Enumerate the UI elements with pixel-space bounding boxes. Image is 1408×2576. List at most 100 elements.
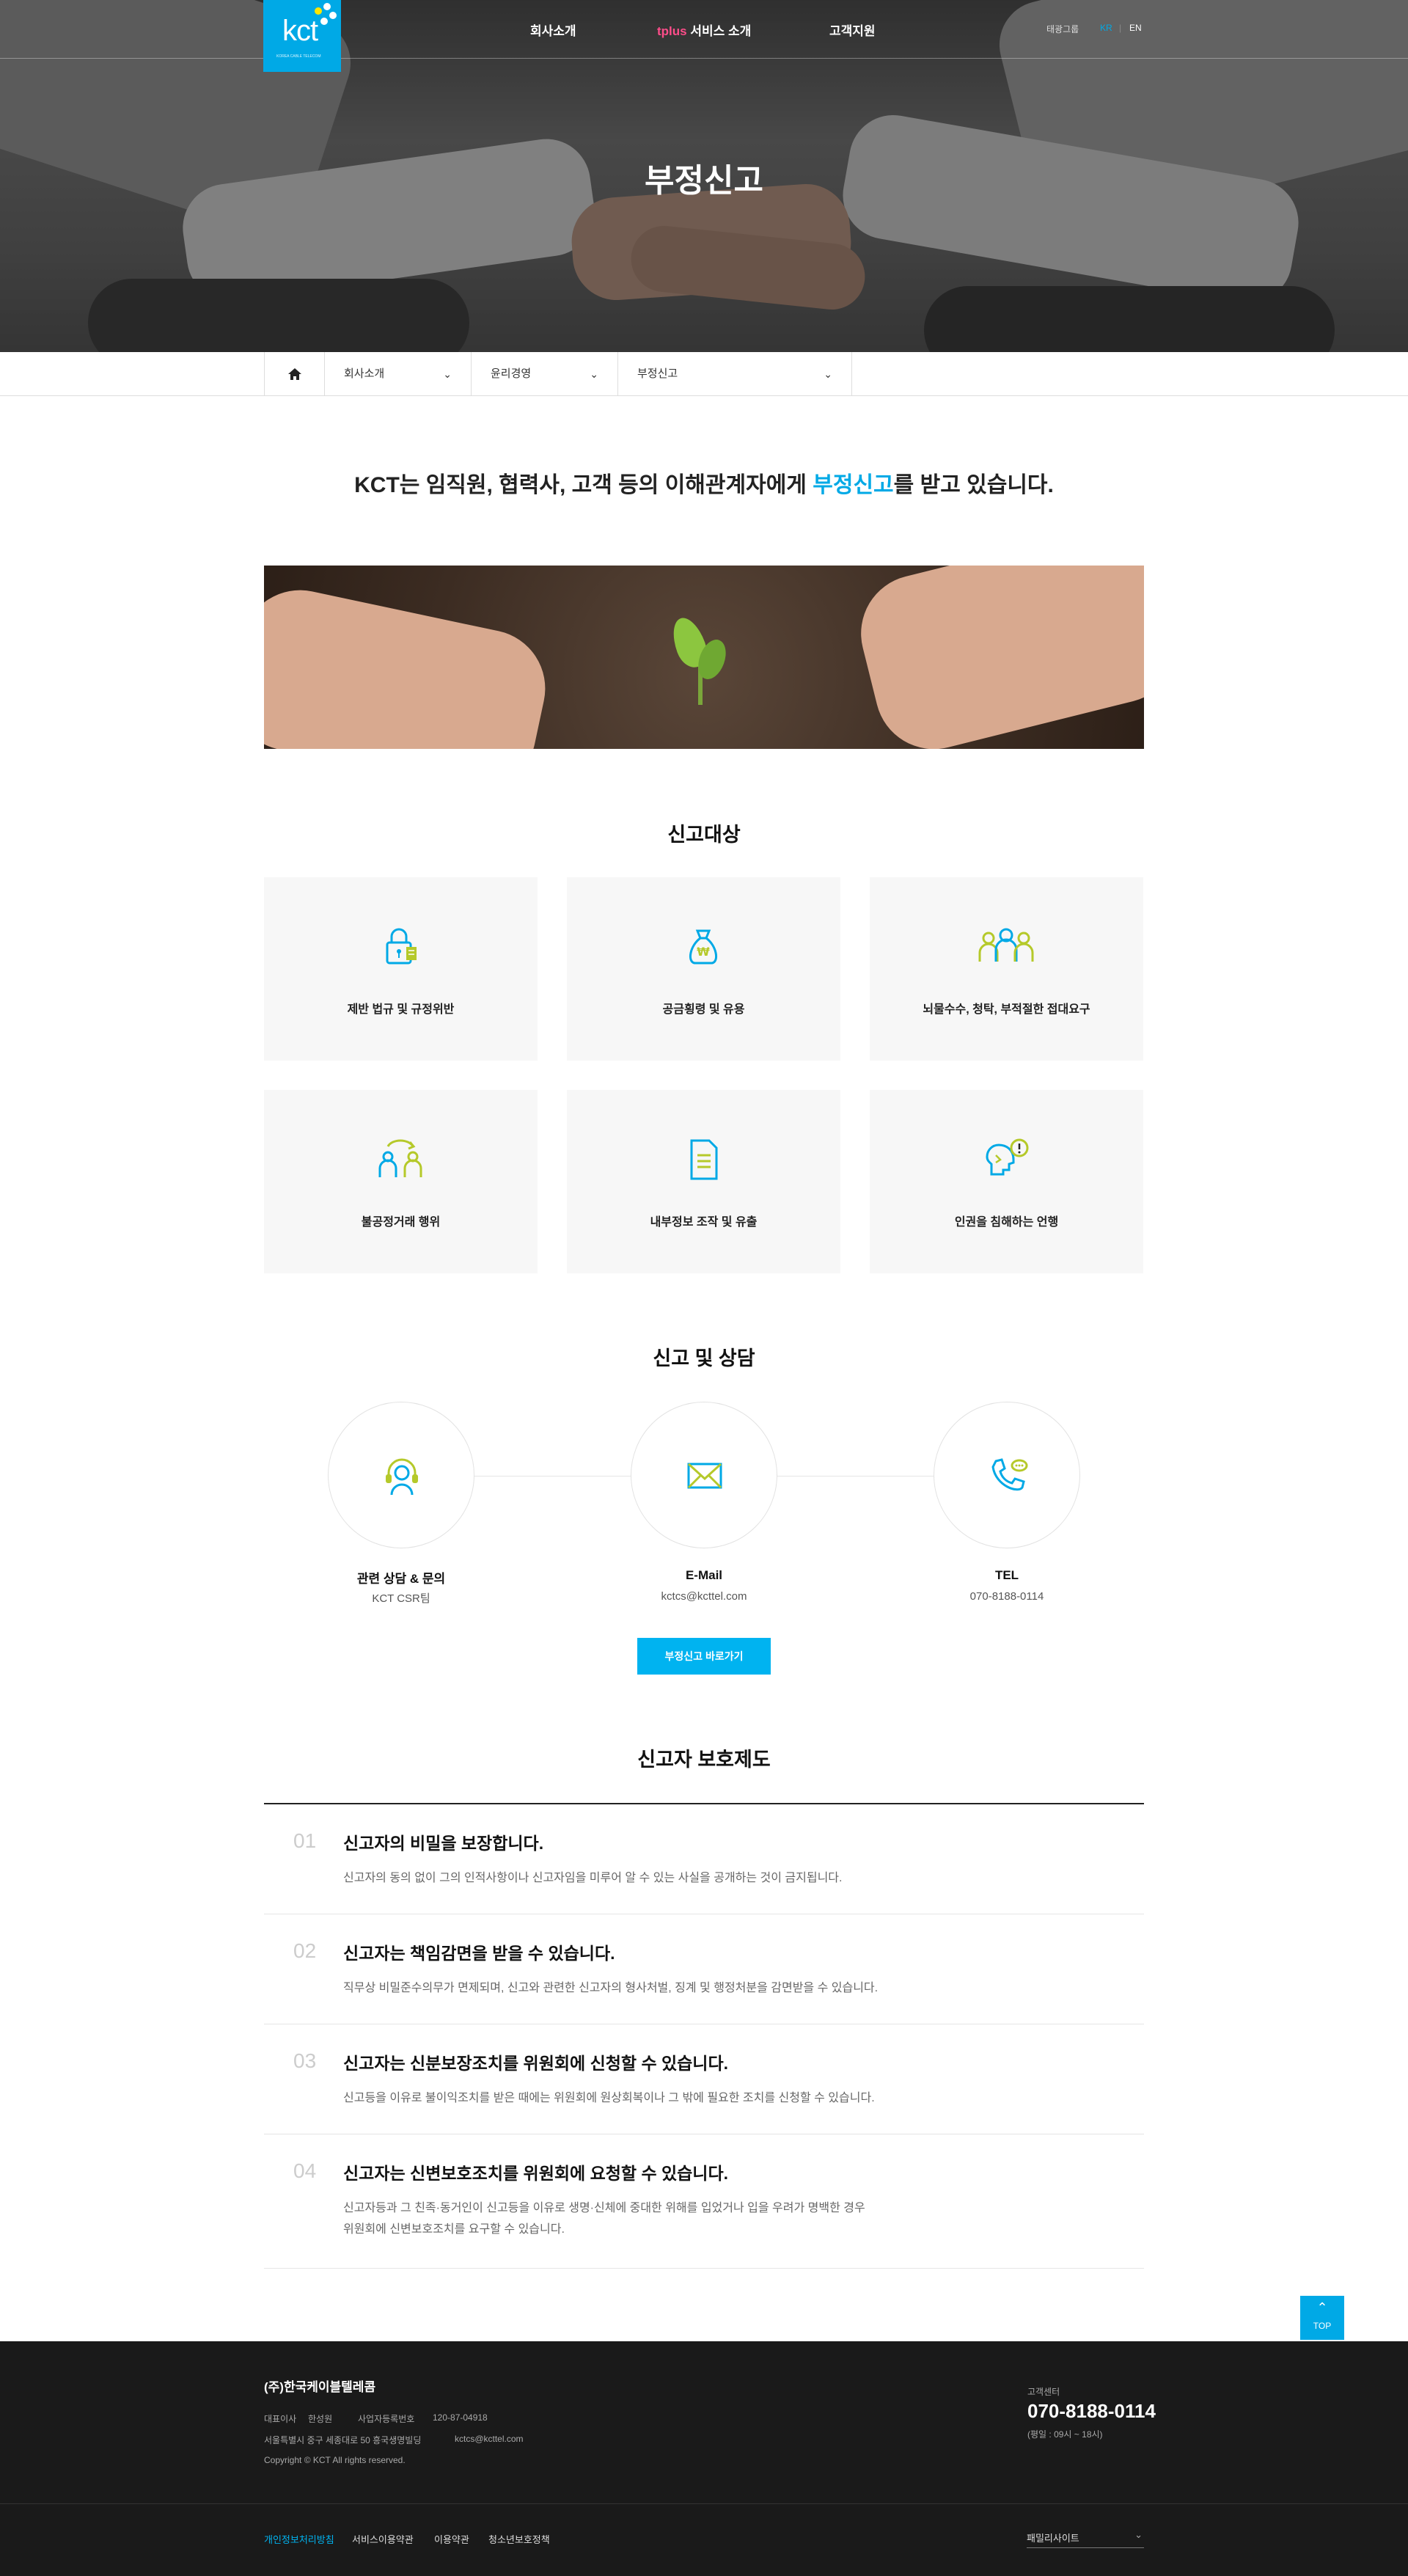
item-heading: 신고자의 비밀을 보장합니다. <box>343 1834 544 1853</box>
target-card: 내부정보 조작 및 유출 <box>567 1090 840 1273</box>
nav-company[interactable]: 회사소개 <box>530 21 576 39</box>
document-icon <box>690 1139 718 1180</box>
target-card: 뇌물수수, 청탁, 부적절한 접대요구 <box>870 877 1143 1061</box>
logo-dot <box>329 12 337 19</box>
home-icon <box>288 368 301 380</box>
contact-circle-tel <box>934 1402 1080 1548</box>
item-heading: 신고자는 신변보호조치를 위원회에 요청할 수 있습니다. <box>343 2164 729 2183</box>
footer-link-privacy[interactable]: 개인정보처리방침 <box>264 2532 334 2546</box>
connector-line <box>777 1476 934 1477</box>
nav-service[interactable]: tplus 서비스 소개 <box>657 21 751 39</box>
nav-support[interactable]: 고객지원 <box>829 21 876 39</box>
mail-icon <box>687 1463 722 1489</box>
footer-bizno-label: 사업자등록번호 <box>358 2414 415 2424</box>
footer-address: 서울특별시 중구 세종대로 50 흥국생명빌딩 <box>264 2435 422 2445</box>
headset-icon <box>386 1458 418 1496</box>
report-button[interactable]: 부정신고 바로가기 <box>637 1638 771 1675</box>
chevron-up-icon: ⌃ <box>1316 2300 1328 2315</box>
chevron-down-icon: ⌄ <box>443 368 452 380</box>
intro-before: KCT는 임직원, 협력사, 고객 등의 이해관계자에게 <box>354 473 813 497</box>
item-number: 04 <box>293 2159 317 2182</box>
logo-text: kct <box>282 15 318 47</box>
footer-link-youth[interactable]: 청소년보호정책 <box>488 2532 550 2546</box>
footer-link-service[interactable]: 서비스이용약관 <box>352 2532 414 2546</box>
protection-item: 03 신고자는 신분보장조치를 위원회에 신청할 수 있습니다. 신고등을 이유… <box>264 2024 1144 2134</box>
breadcrumb-dropdown-2[interactable]: 윤리경영 ⌄ <box>471 352 617 396</box>
page-title: 부정신고 <box>645 163 763 199</box>
contact-value: KCT CSR팀 <box>372 1592 430 1605</box>
protection-title: 신고자 보호제도 <box>637 1749 771 1771</box>
footer-divider <box>0 2503 1408 2504</box>
lock-document-icon <box>386 928 417 965</box>
contact-title: 신고 및 상담 <box>653 1347 755 1369</box>
breadcrumb-label: 윤리경영 <box>491 367 532 380</box>
chevron-down-icon: ⌄ <box>1134 2529 1143 2540</box>
lang-kr[interactable]: KR <box>1100 23 1112 33</box>
item-number: 01 <box>293 1829 317 1852</box>
target-label: 공금횡령 및 유용 <box>662 1003 745 1016</box>
scroll-top-button[interactable]: ⌃ TOP <box>1300 2296 1344 2340</box>
targets-title: 신고대상 <box>667 824 741 846</box>
footer-ceo: 한성원 <box>308 2414 333 2424</box>
top-label: TOP <box>1313 2321 1332 2331</box>
footer: (주)한국케이블텔레콤 대표이사 한성원 사업자등록번호 120-87-0491… <box>0 2341 1408 2576</box>
chevron-down-icon: ⌄ <box>824 368 832 380</box>
intro-text: KCT는 임직원, 협력사, 고객 등의 이해관계자에게 부정신고를 받고 있습… <box>0 466 1408 499</box>
intro-after: 를 받고 있습니다. <box>893 473 1054 497</box>
people-exchange-icon <box>378 1139 422 1177</box>
people-group-icon <box>978 928 1034 962</box>
contact-circle-csr <box>328 1402 474 1548</box>
lang-en[interactable]: EN <box>1129 23 1142 33</box>
item-description: 신고자등과 그 친족·동거인이 신고등을 이유로 생명·신체에 중대한 위해를 … <box>343 2202 865 2214</box>
breadcrumb-home[interactable] <box>264 352 324 396</box>
group-link[interactable]: 태광그룹 <box>1046 23 1079 35</box>
head-alert-icon <box>986 1138 1029 1176</box>
contact-email-link[interactable]: kctcs@kcttel.com <box>594 1590 814 1603</box>
connector-line <box>474 1476 631 1477</box>
logo-dot <box>320 18 328 25</box>
protection-item: 01 신고자의 비밀을 보장합니다. 신고자의 동의 없이 그의 인적사항이나 … <box>264 1804 1144 1914</box>
money-bag-icon: ₩ <box>689 929 718 965</box>
item-heading: 신고자는 신분보장조치를 위원회에 신청할 수 있습니다. <box>343 2054 729 2073</box>
target-card: ₩ 공금횡령 및 유용 <box>567 877 840 1061</box>
chevron-down-icon: ⌄ <box>590 368 598 380</box>
footer-bizno: 120-87-04918 <box>433 2412 488 2423</box>
item-heading: 신고자는 책임감면을 받을 수 있습니다. <box>343 1944 615 1963</box>
contact-heading: TEL <box>994 1568 1019 1582</box>
svg-text:₩: ₩ <box>697 945 710 959</box>
item-number: 03 <box>293 2049 317 2072</box>
footer-company: (주)한국케이블텔레콤 <box>264 2380 376 2394</box>
breadcrumb-label: 회사소개 <box>344 367 385 380</box>
item-description: 신고자의 동의 없이 그의 인적사항이나 신고자임을 미루어 알 수 있는 사실… <box>343 1872 843 1884</box>
target-label: 제반 법규 및 규정위반 <box>347 1003 455 1016</box>
footer-copyright: Copyright © KCT All rights reserved. <box>264 2455 406 2465</box>
contact-circle-email <box>631 1402 777 1548</box>
breadcrumb-dropdown-3[interactable]: 부정신고 ⌄ <box>617 352 852 396</box>
footer-link-terms[interactable]: 이용약관 <box>434 2532 469 2546</box>
target-card: 인권을 침해하는 언행 <box>870 1090 1143 1273</box>
breadcrumb: 회사소개 ⌄ 윤리경영 ⌄ 부정신고 ⌄ <box>0 352 1408 396</box>
target-label: 내부정보 조작 및 유출 <box>650 1216 758 1229</box>
kct-logo[interactable]: kct KOREA CABLE TELECOM <box>263 0 341 72</box>
intro-highlight: 부정신고 <box>813 473 894 497</box>
lang-separator: | <box>1119 23 1122 33</box>
cs-hours: (평일 : 09시 ~ 18시) <box>1027 2429 1103 2440</box>
breadcrumb-label: 부정신고 <box>637 367 678 380</box>
cs-phone: 070-8188-0114 <box>1027 2400 1156 2422</box>
target-label: 인권을 침해하는 언행 <box>954 1216 1059 1229</box>
target-label: 불공정거래 행위 <box>361 1216 441 1229</box>
contact-value: 070-8188-0114 <box>969 1590 1044 1603</box>
nav-service-label: 서비스 소개 <box>690 24 752 38</box>
footer-ceo-label: 대표이사 <box>264 2414 297 2424</box>
breadcrumb-dropdown-1[interactable]: 회사소개 ⌄ <box>324 352 471 396</box>
logo-subtitle: KOREA CABLE TELECOM <box>276 54 321 59</box>
item-description: 신고등을 이유로 불이익조치를 받은 때에는 위원회에 원상회복이나 그 밖에 … <box>343 2092 875 2104</box>
logo-dot <box>315 7 322 15</box>
nav-service-prefix: tplus <box>657 24 687 38</box>
family-site-select[interactable]: 패밀리사이트 ⌄ <box>1027 2525 1144 2548</box>
target-card: 제반 법규 및 규정위반 <box>264 877 538 1061</box>
sprout-banner-image <box>264 566 1144 749</box>
cs-label: 고객센터 <box>1027 2387 1060 2397</box>
item-description: 위원회에 신변보호조치를 요구할 수 있습니다. <box>343 2223 565 2236</box>
protection-item: 02 신고자는 책임감면을 받을 수 있습니다. 직무상 비밀준수의무가 면제되… <box>264 1914 1144 2024</box>
